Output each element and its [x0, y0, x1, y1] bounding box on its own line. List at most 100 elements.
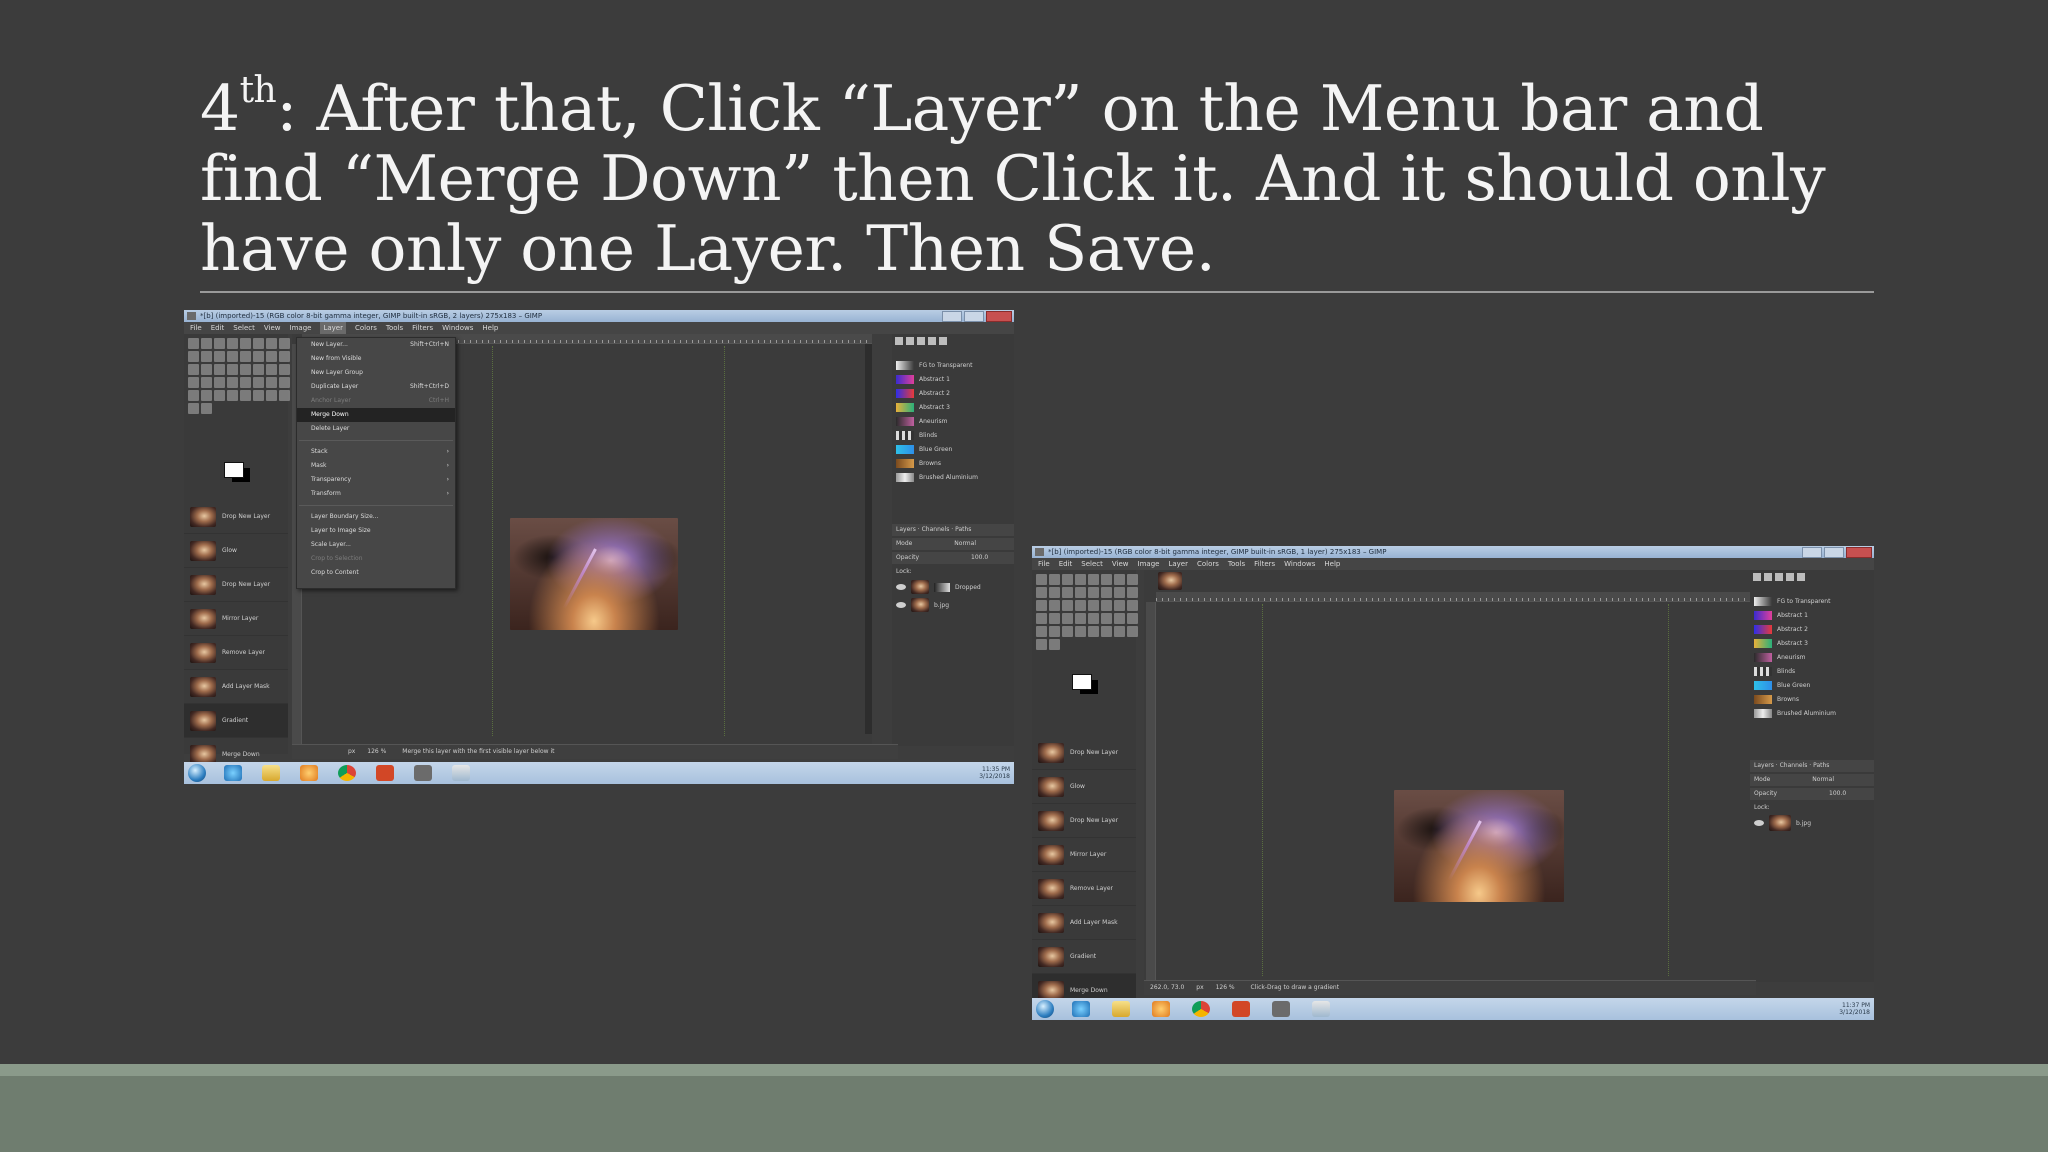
perspective-clone-icon[interactable] [1062, 613, 1073, 624]
wand-icon[interactable] [1075, 574, 1086, 585]
gimp-taskbar-icon[interactable] [1272, 1001, 1290, 1017]
layer-row[interactable]: Dropped [892, 578, 1014, 596]
clone-icon[interactable] [1036, 613, 1047, 624]
fuzzy-icon[interactable] [1101, 626, 1112, 637]
powerpoint-icon[interactable] [1232, 1001, 1250, 1017]
smudge-icon[interactable] [1088, 613, 1099, 624]
list-item[interactable]: Abstract 3 [1750, 636, 1874, 650]
vertical-ruler[interactable] [1146, 602, 1156, 982]
menu-item-crop-to-content[interactable]: Crop to Content [297, 566, 455, 580]
brushes-tab-icon[interactable] [895, 337, 903, 345]
image-tab-thumbnail[interactable] [1158, 572, 1182, 590]
menu-item-duplicate-layer[interactable]: Duplicate Layer Shift+Ctrl+D [297, 380, 455, 394]
text-icon[interactable] [188, 364, 199, 375]
visibility-eye-icon[interactable] [1754, 820, 1764, 826]
paths-icon[interactable] [279, 338, 290, 349]
mode-row[interactable]: Mode Normal [1750, 774, 1874, 786]
cage-icon[interactable] [1127, 613, 1138, 624]
menu-edit[interactable]: Edit [211, 322, 225, 334]
canvas-area[interactable] [1144, 570, 1780, 982]
system-clock[interactable]: 11:37 PM 3/12/2018 [1839, 1002, 1870, 1016]
mypaint-icon[interactable] [240, 390, 251, 401]
lasso-icon[interactable] [1062, 574, 1073, 585]
unified-transform-icon[interactable] [214, 390, 225, 401]
move-icon[interactable] [227, 351, 238, 362]
list-item[interactable]: Add Layer Mask [184, 670, 288, 704]
menu-tools[interactable]: Tools [1228, 558, 1245, 570]
mode-select[interactable]: Normal [1812, 776, 1834, 783]
gimp-taskbar-icon[interactable] [414, 765, 432, 781]
close-button[interactable] [986, 311, 1012, 322]
layer-row[interactable]: b.jpg [1750, 814, 1874, 832]
minimize-button[interactable] [942, 311, 962, 322]
iscissors-icon[interactable] [1114, 626, 1125, 637]
list-item[interactable]: Blue Green [892, 442, 1014, 456]
list-item[interactable]: Abstract 3 [892, 400, 1014, 414]
wand-icon[interactable] [227, 338, 238, 349]
flip-icon[interactable] [188, 390, 199, 401]
menu-item-anchor-layer[interactable]: Anchor Layer Ctrl+H [297, 394, 455, 408]
maximize-button[interactable] [1824, 547, 1844, 558]
ie-icon[interactable] [1072, 1001, 1090, 1017]
menu-select[interactable]: Select [233, 322, 255, 334]
bucket-icon[interactable] [201, 364, 212, 375]
list-item[interactable]: Gradient [184, 704, 288, 738]
align-icon[interactable] [240, 351, 251, 362]
menu-item-stack[interactable]: Stack › [297, 445, 455, 459]
color-picker-icon[interactable] [188, 351, 199, 362]
gradients-tab-icon[interactable] [928, 337, 936, 345]
ink-icon[interactable] [279, 364, 290, 375]
fonts-tab-icon[interactable] [917, 337, 925, 345]
opacity-value[interactable]: 100.0 [971, 554, 988, 561]
menu-colors[interactable]: Colors [1197, 558, 1219, 570]
menu-file[interactable]: File [1038, 558, 1050, 570]
handle-transform-icon[interactable] [1075, 626, 1086, 637]
dodge-icon[interactable] [253, 377, 264, 388]
media-player-icon[interactable] [1152, 1001, 1170, 1017]
paths-icon[interactable] [1127, 574, 1138, 585]
close-button[interactable] [1846, 547, 1872, 558]
gradients-tab-icon[interactable] [1786, 573, 1794, 581]
seamless-clone-icon[interactable] [279, 390, 290, 401]
opacity-row[interactable]: Opacity 100.0 [1750, 788, 1874, 800]
folder-icon[interactable] [1112, 1001, 1130, 1017]
patterns-tab-icon[interactable] [1764, 573, 1772, 581]
color-select-icon[interactable] [1088, 574, 1099, 585]
list-item[interactable]: Remove Layer [1032, 872, 1136, 906]
list-item[interactable]: Aneurism [892, 414, 1014, 428]
visibility-eye-icon[interactable] [896, 602, 906, 608]
list-item[interactable]: Glow [1032, 770, 1136, 804]
list-item[interactable]: Drop New Layer [1032, 804, 1136, 838]
list-item[interactable]: Browns [892, 456, 1014, 470]
menu-image[interactable]: Image [1138, 558, 1160, 570]
fonts-tab-icon[interactable] [1775, 573, 1783, 581]
bucket2-icon[interactable] [188, 403, 199, 414]
chrome-icon[interactable] [338, 765, 356, 781]
menu-item-new-from-visible[interactable]: New from Visible [297, 352, 455, 366]
scissors-icon[interactable] [253, 338, 264, 349]
mode-select[interactable]: Normal [954, 540, 976, 547]
unit-select[interactable]: px [1196, 984, 1203, 991]
menu-filters[interactable]: Filters [1254, 558, 1275, 570]
list-item[interactable]: Blue Green [1750, 678, 1874, 692]
media-player-icon[interactable] [300, 765, 318, 781]
list-item[interactable]: Add Layer Mask [1032, 906, 1136, 940]
pencil-icon[interactable] [227, 364, 238, 375]
list-item[interactable]: Browns [1750, 692, 1874, 706]
foreground-color-swatch[interactable] [1072, 674, 1092, 690]
mypaint-icon[interactable] [1088, 626, 1099, 637]
pencil-icon[interactable] [1075, 600, 1086, 611]
flip-icon[interactable] [1036, 626, 1047, 637]
menu-layer[interactable]: Layer [1168, 558, 1188, 570]
menu-view[interactable]: View [264, 322, 281, 334]
menu-select[interactable]: Select [1081, 558, 1103, 570]
color-picker-icon[interactable] [1036, 587, 1047, 598]
bucket-icon[interactable] [1049, 600, 1060, 611]
menu-windows[interactable]: Windows [442, 322, 473, 334]
list-item[interactable]: Glow [184, 534, 288, 568]
opacity-value[interactable]: 100.0 [1829, 790, 1846, 797]
blur-icon[interactable] [1075, 613, 1086, 624]
menu-item-layer-boundary-size[interactable]: Layer Boundary Size... [297, 510, 455, 524]
smudge-icon[interactable] [240, 377, 251, 388]
menu-filters[interactable]: Filters [412, 322, 433, 334]
